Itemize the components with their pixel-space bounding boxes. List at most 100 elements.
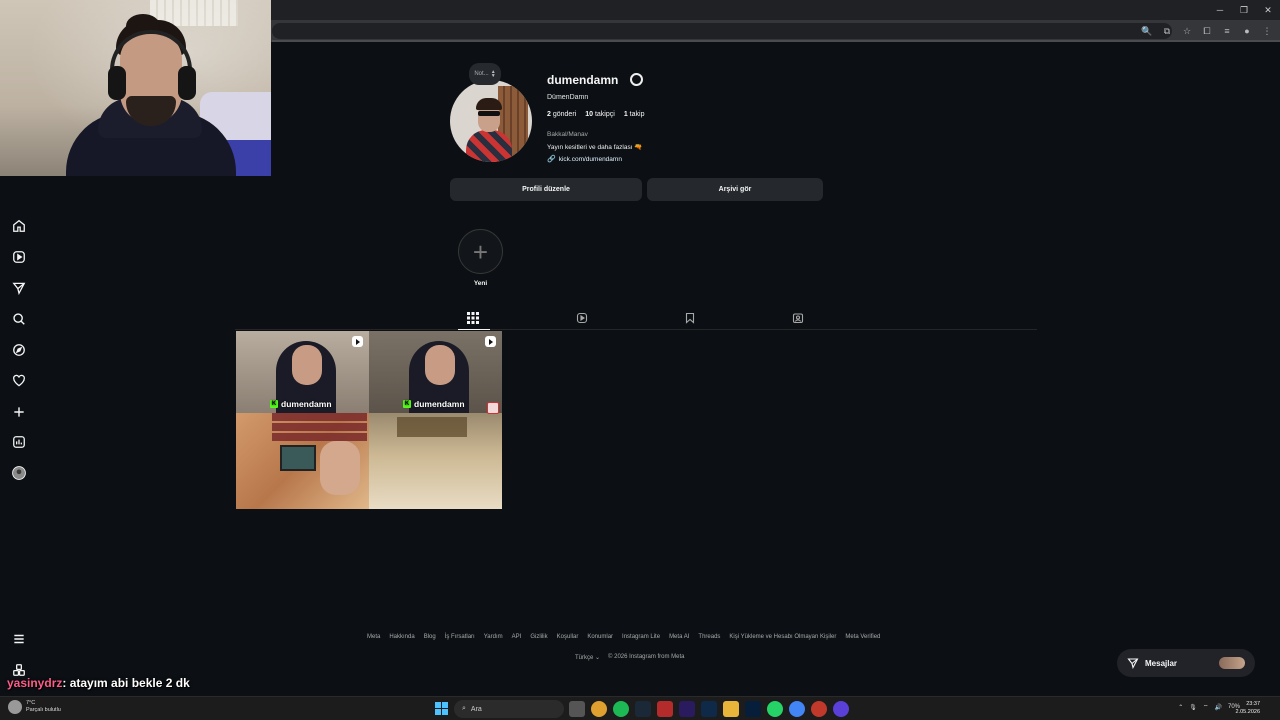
windows-taskbar: 7°C Parçalı bulutlu ⌕ Ara ⌃ 🎙 ⌔ 🔊 70% 23…	[0, 696, 1280, 720]
post-tile[interactable]: K dumendamn	[369, 331, 502, 509]
heart-icon[interactable]	[11, 373, 27, 389]
profile-avatar-icon[interactable]: ●	[1240, 23, 1254, 39]
weather-desc: Parçalı bulutlu	[26, 707, 61, 713]
profile-username: dumendamn	[547, 73, 619, 87]
footer-link[interactable]: Konumlar	[587, 634, 613, 640]
followers-stat[interactable]: 10 takipçi	[585, 111, 615, 118]
footer-link[interactable]: Meta AI	[669, 634, 689, 640]
footer-links: Meta Hakkında Blog İş Fırsatları Yardım …	[367, 634, 880, 640]
settings-gear-icon[interactable]	[630, 73, 643, 86]
chat-username: yasinydrz	[7, 676, 63, 690]
profile-link[interactable]: 🔗 kick.com/dumendamn	[547, 155, 622, 164]
killfeed	[397, 417, 467, 437]
taskbar-apps	[569, 701, 849, 717]
profile-link-text[interactable]: kick.com/dumendamn	[559, 156, 622, 163]
weather-widget[interactable]: 7°C Parçalı bulutlu	[8, 700, 61, 714]
lightroom-icon[interactable]	[701, 701, 717, 717]
active-tab-indicator	[458, 329, 490, 330]
mic-icon[interactable]: 🎙	[1189, 704, 1197, 711]
footer-link[interactable]: Instagram Lite	[622, 634, 660, 640]
explore-icon[interactable]	[11, 342, 27, 358]
close-icon[interactable]: ✕	[1256, 0, 1280, 20]
steam-icon[interactable]	[635, 701, 651, 717]
tray-chevron-icon[interactable]: ⌃	[1178, 704, 1183, 711]
new-highlight-label: Yeni	[473, 280, 488, 287]
app-icon[interactable]	[811, 701, 827, 717]
chrome-active-icon[interactable]	[789, 701, 805, 717]
saved-icon[interactable]	[683, 311, 697, 325]
spotify-icon[interactable]	[613, 701, 629, 717]
grid-icon[interactable]	[466, 311, 480, 325]
taskbar-clock[interactable]: 23:37 2.05.2026	[1236, 700, 1260, 716]
extensions-icon[interactable]: ⧠	[1200, 23, 1214, 39]
system-tray: ⌃ 🎙 ⌔ 🔊 70%	[1178, 703, 1240, 711]
kebab-menu-icon[interactable]: ⋮	[1260, 23, 1274, 39]
posts-stat: 2 gönderi	[547, 111, 577, 118]
view-archive-button[interactable]: Arşivi gör	[647, 178, 823, 201]
menu-icon[interactable]	[11, 631, 27, 647]
footer-link[interactable]: Yardım	[484, 634, 503, 640]
profile-icon[interactable]	[11, 465, 27, 481]
footer-bottom: Türkçe ⌄ © 2026 Instagram from Meta	[575, 654, 685, 661]
zoom-icon[interactable]: 🔍	[1140, 23, 1154, 39]
search-icon: ⌕	[462, 705, 466, 712]
tagged-icon[interactable]	[791, 311, 805, 325]
reels-icon[interactable]	[11, 249, 27, 265]
edit-profile-button[interactable]: Profili düzenle	[450, 178, 642, 201]
killfeed	[272, 413, 367, 441]
footer-link[interactable]: Gizlilik	[530, 634, 547, 640]
footer-link[interactable]: API	[512, 634, 522, 640]
volume-icon[interactable]: 🔊	[1215, 704, 1222, 711]
weather-icon	[8, 700, 22, 714]
footer-link[interactable]: Koşullar	[557, 634, 579, 640]
screen: ─ ❐ ✕ 🔍 ⧉ ☆ ⧠ ≡ ● ⋮ Not... ▲ ▼ dumendamn…	[0, 0, 1280, 720]
footer-link[interactable]: Hakkında	[389, 634, 414, 640]
windows-start-icon[interactable]	[435, 702, 448, 715]
footer-link[interactable]: İş Fırsatları	[445, 634, 475, 640]
note-bubble[interactable]: Not... ▲ ▼	[469, 63, 501, 85]
send-icon	[1127, 658, 1139, 669]
footer-link[interactable]: Meta Verified	[845, 634, 880, 640]
home-icon[interactable]	[11, 218, 27, 234]
search-icon[interactable]	[11, 311, 27, 327]
create-icon[interactable]	[11, 404, 27, 420]
minimize-icon[interactable]: ─	[1208, 0, 1232, 20]
message-avatars	[1219, 657, 1245, 669]
reel-play-icon	[352, 336, 363, 347]
footer-link[interactable]: Blog	[424, 634, 436, 640]
whatsapp-icon[interactable]	[767, 701, 783, 717]
footer-link[interactable]: Meta	[367, 634, 380, 640]
antivirus-icon[interactable]	[657, 701, 673, 717]
reels-tab-icon[interactable]	[575, 311, 589, 325]
kick-logo-icon: K	[403, 400, 411, 408]
task-view-icon[interactable]	[569, 701, 585, 717]
note-label: Not...	[474, 71, 489, 77]
install-icon[interactable]: ⧉	[1160, 23, 1174, 39]
address-bar[interactable]	[272, 23, 1172, 39]
photoshop-icon[interactable]	[745, 701, 761, 717]
taskbar-search[interactable]: ⌕ Ara	[454, 700, 564, 718]
chrome-icon[interactable]	[591, 701, 607, 717]
footer-link[interactable]: Threads	[698, 634, 720, 640]
clock-time: 23:37	[1246, 701, 1260, 707]
post-streamer-tag: K dumendamn	[270, 399, 332, 409]
insights-icon[interactable]	[11, 434, 27, 450]
profile-avatar[interactable]	[450, 80, 532, 162]
post-tile[interactable]: K dumendamn	[236, 331, 369, 509]
file-explorer-icon[interactable]	[723, 701, 739, 717]
new-highlight-button[interactable]: +	[458, 229, 503, 274]
bookmark-star-icon[interactable]: ☆	[1180, 23, 1194, 39]
restore-icon[interactable]: ❐	[1232, 0, 1256, 20]
chevron-down-icon: ⌄	[595, 655, 601, 661]
note-arrows-icon: ▲ ▼	[490, 69, 496, 79]
following-stat[interactable]: 1 takip	[624, 111, 645, 118]
messages-button[interactable]: Mesajlar	[1117, 649, 1255, 677]
app-icon[interactable]	[833, 701, 849, 717]
footer-link[interactable]: Kişi Yükleme ve Hesabı Olmayan Kişiler	[729, 634, 836, 640]
wifi-icon[interactable]: ⌔	[1203, 703, 1209, 711]
premiere-icon[interactable]	[679, 701, 695, 717]
media-icon[interactable]: ≡	[1220, 23, 1234, 39]
language-select[interactable]: Türkçe ⌄	[575, 654, 600, 661]
taskbar-search-placeholder: Ara	[470, 705, 482, 713]
send-icon[interactable]	[11, 280, 27, 296]
